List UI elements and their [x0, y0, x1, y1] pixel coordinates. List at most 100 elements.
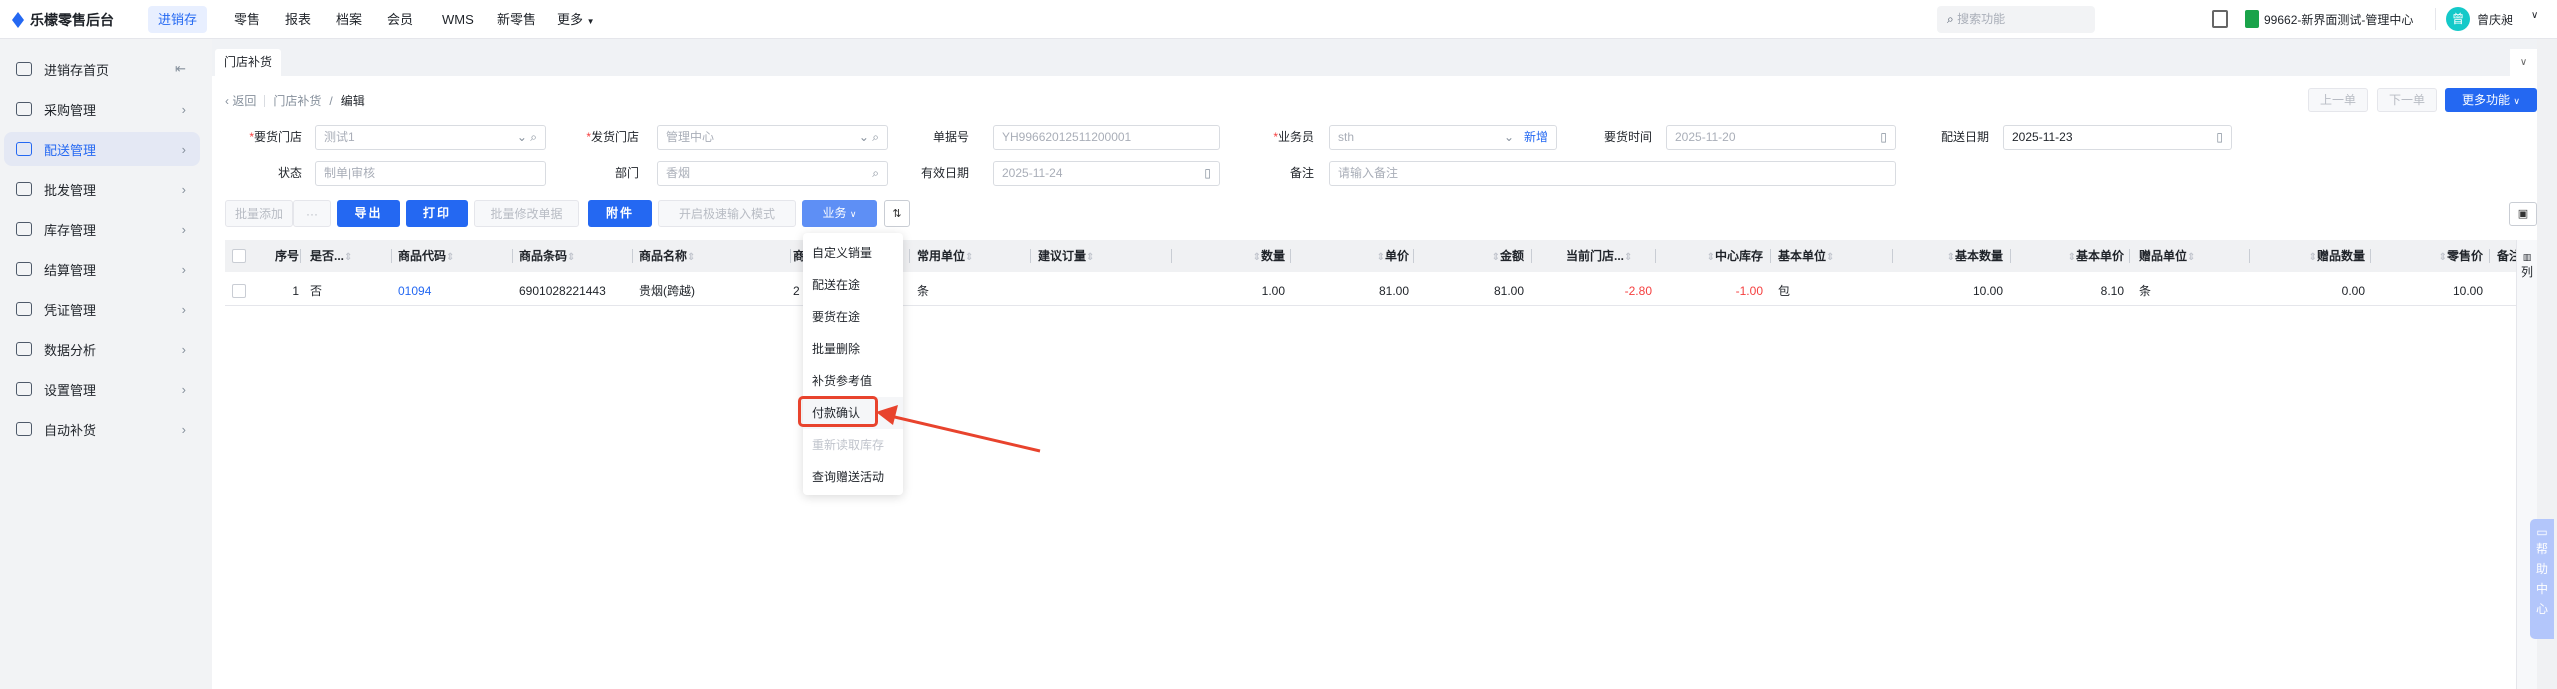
menu-item-1[interactable]: 配送在途: [803, 269, 903, 301]
add-salesman-link[interactable]: 新增: [1524, 126, 1548, 149]
column-header-unit[interactable]: 常用单位⇕: [917, 240, 1027, 272]
sort-icon[interactable]: ⇕: [2439, 252, 2447, 263]
sidebar-item-inventory[interactable]: 库存管理 ›: [4, 212, 200, 246]
user-name[interactable]: 曾庆昶: [2477, 11, 2513, 28]
column-header-amount[interactable]: ⇕金额: [1418, 240, 1524, 272]
column-header-barcode[interactable]: 商品条码⇕: [519, 240, 629, 272]
sort-icon[interactable]: ⇕: [2187, 252, 2195, 263]
business-dropdown-button[interactable]: 业务 ∨: [802, 200, 877, 227]
columns-button[interactable]: ▥ 列: [2519, 252, 2535, 280]
current-store[interactable]: 99662-新界面测试-管理中心: [2264, 11, 2413, 28]
sort-icon[interactable]: ⇕: [1492, 252, 1500, 263]
menu-item-4[interactable]: 补货参考值: [803, 365, 903, 397]
fast-input-mode-button[interactable]: 开启极速输入模式: [658, 200, 796, 227]
sidebar-item-wholesale[interactable]: 批发管理 ›: [4, 172, 200, 206]
sort-icon[interactable]: ⇕: [446, 252, 454, 263]
row-checkbox[interactable]: [232, 284, 246, 298]
function-search-input[interactable]: ⌕ 搜索功能: [1937, 6, 2095, 33]
doc-no-field[interactable]: YH99662012511200001: [993, 125, 1220, 150]
batch-edit-button[interactable]: 批量修改单据: [474, 200, 579, 227]
attachment-button[interactable]: 附件: [588, 200, 652, 227]
tab-store-replenish[interactable]: 门店补货: [215, 49, 281, 76]
menu-item-7[interactable]: 查询赠送活动: [803, 461, 903, 493]
req-time-field[interactable]: 2025-11-20 ▯: [1666, 125, 1896, 150]
nav-inventory[interactable]: 进销存: [148, 6, 208, 33]
nav-more[interactable]: 更多 ▼: [547, 6, 605, 33]
nav-new-retail[interactable]: 新零售: [487, 6, 546, 33]
sort-icon[interactable]: ⇕: [965, 252, 973, 263]
batch-add-more-button[interactable]: ···: [293, 200, 331, 227]
column-header-base-price[interactable]: ⇕基本单价: [2015, 240, 2124, 272]
sort-import-icon[interactable]: ⇅: [884, 200, 910, 227]
req-store-field[interactable]: 测试1 ⌄ ⌕: [315, 125, 546, 150]
sort-icon[interactable]: ⇕: [2068, 252, 2076, 263]
breadcrumb-parent[interactable]: 门店补货: [273, 92, 321, 109]
column-header-center-stock[interactable]: ⇕中心库存: [1660, 240, 1763, 272]
column-header-gift-qty[interactable]: ⇕赠品数量: [2255, 240, 2365, 272]
sidebar-item-distribution[interactable]: 配送管理 ›: [4, 132, 200, 166]
print-button[interactable]: 打印: [406, 200, 468, 227]
select-all-checkbox[interactable]: [232, 249, 246, 263]
column-header-is[interactable]: 是否...⇕: [310, 240, 388, 272]
chevron-down-icon[interactable]: ⌄: [1504, 126, 1514, 149]
prev-doc-button[interactable]: 上一单: [2308, 88, 2368, 112]
chevron-down-icon[interactable]: ∨: [2531, 10, 2538, 21]
settings-box-icon[interactable]: ▣: [2509, 202, 2537, 226]
column-header-base-unit[interactable]: 基本单位⇕: [1778, 240, 1888, 272]
valid-date-field[interactable]: 2025-11-24 ▯: [993, 161, 1220, 186]
column-header-price[interactable]: ⇕单价: [1295, 240, 1409, 272]
column-header-qty[interactable]: ⇕数量: [1190, 240, 1285, 272]
sort-icon[interactable]: ⇕: [1377, 252, 1385, 263]
column-header-remark[interactable]: 备注: [2497, 240, 2516, 272]
sort-icon[interactable]: ⇕: [1253, 252, 1261, 263]
column-header-retail[interactable]: ⇕零售价: [2375, 240, 2483, 272]
column-header-base-qty[interactable]: ⇕基本数量: [1897, 240, 2003, 272]
sort-icon[interactable]: ⇕: [1624, 252, 1632, 263]
search-icon[interactable]: ⌕: [872, 162, 879, 185]
calendar-icon[interactable]: ▯: [2216, 126, 2223, 149]
sidebar-item-settlement[interactable]: 结算管理 ›: [4, 252, 200, 286]
salesman-field[interactable]: sth ⌄ 新增: [1329, 125, 1557, 150]
calendar-icon[interactable]: ▯: [1880, 126, 1887, 149]
menu-item-3[interactable]: 批量删除: [803, 333, 903, 365]
column-header-code[interactable]: 商品代码⇕: [398, 240, 508, 272]
column-header-suggest[interactable]: 建议订量⇕: [1038, 240, 1168, 272]
sidebar-item-purchase[interactable]: 采购管理 ›: [4, 92, 200, 126]
printer-icon[interactable]: [2212, 10, 2228, 28]
next-doc-button[interactable]: 下一单: [2377, 88, 2437, 112]
sort-icon[interactable]: ⇕: [1086, 252, 1094, 263]
column-header-name[interactable]: 商品名称⇕: [639, 240, 787, 272]
help-center-button[interactable]: ▭ 帮助中心: [2530, 519, 2554, 639]
sort-icon[interactable]: ⇕: [2309, 252, 2317, 263]
nav-member[interactable]: 会员: [377, 6, 423, 33]
menu-item-2[interactable]: 要货在途: [803, 301, 903, 333]
column-header-seq[interactable]: 序号: [263, 240, 299, 272]
sort-icon[interactable]: ⇕: [567, 252, 575, 263]
column-header-gift-unit[interactable]: 赠品单位⇕: [2139, 240, 2247, 272]
sort-icon[interactable]: ⇕: [687, 252, 695, 263]
column-header-store-stock[interactable]: 当前门店...⇕: [1566, 240, 1652, 272]
batch-add-button[interactable]: 批量添加: [225, 200, 293, 227]
export-button[interactable]: 导出: [337, 200, 400, 227]
search-icon[interactable]: ⌄ ⌕: [517, 126, 537, 149]
table-cell-code[interactable]: 01094: [398, 277, 508, 305]
avatar[interactable]: 曾: [2446, 7, 2470, 31]
ship-date-field[interactable]: 2025-11-23 ▯: [2003, 125, 2232, 150]
nav-reports[interactable]: 报表: [275, 6, 321, 33]
nav-archive[interactable]: 档案: [326, 6, 372, 33]
collapse-icon[interactable]: ⇤: [175, 61, 186, 77]
sidebar-item-auto-replenish[interactable]: 自动补货 ›: [4, 412, 200, 446]
search-icon[interactable]: ⌄ ⌕: [859, 126, 879, 149]
sort-icon[interactable]: ⇕: [344, 252, 352, 263]
sidebar-item-settings[interactable]: 设置管理 ›: [4, 372, 200, 406]
more-functions-button[interactable]: 更多功能 ∨: [2445, 88, 2537, 112]
sidebar-item-home[interactable]: 进销存首页 ⇤: [4, 52, 200, 86]
status-field[interactable]: 制单|审核: [315, 161, 546, 186]
remark-field[interactable]: 请输入备注: [1329, 161, 1896, 186]
back-button[interactable]: ‹ 返回: [225, 92, 256, 109]
sidebar-item-analytics[interactable]: 数据分析 ›: [4, 332, 200, 366]
sort-icon[interactable]: ⇕: [1947, 252, 1955, 263]
dept-field[interactable]: 香烟 ⌕: [657, 161, 888, 186]
ship-store-field[interactable]: 管理中心 ⌄ ⌕: [657, 125, 888, 150]
sort-icon[interactable]: ⇕: [1826, 252, 1834, 263]
